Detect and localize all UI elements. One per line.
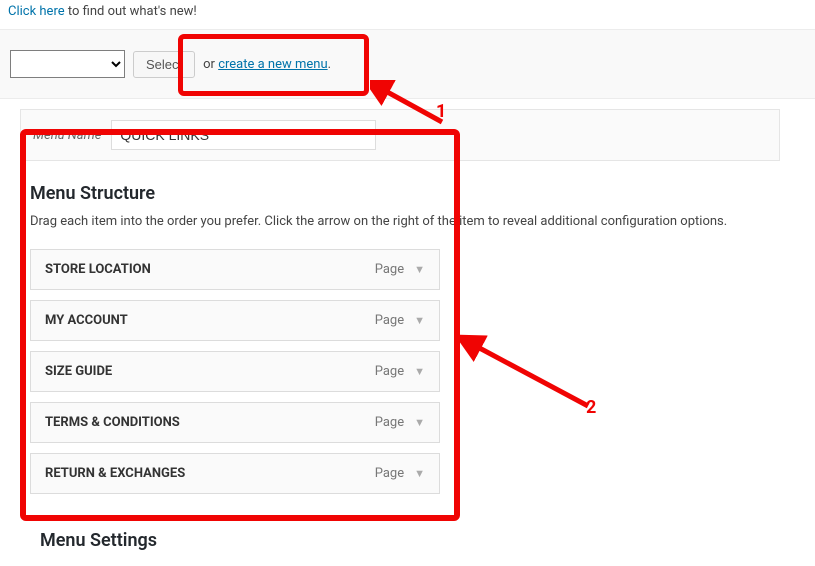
menu-item-title: SIZE GUIDE — [45, 364, 112, 379]
create-menu-link[interactable]: create a new menu — [218, 57, 327, 72]
menu-structure-heading: Menu Structure — [30, 183, 785, 204]
menu-structure-section: Menu Structure Drag each item into the o… — [20, 161, 795, 551]
menu-item-type: Page — [375, 364, 404, 379]
or-word: or — [203, 57, 218, 72]
menu-item-meta[interactable]: Page ▼ — [375, 364, 425, 379]
menu-name-input[interactable] — [111, 120, 376, 150]
menu-items-list: STORE LOCATION Page ▼ MY ACCOUNT Page ▼ … — [30, 249, 785, 494]
menu-item-title: STORE LOCATION — [45, 262, 151, 277]
menu-item[interactable]: RETURN & EXCHANGES Page ▼ — [30, 453, 440, 494]
or-text: or create a new menu. — [203, 57, 331, 72]
menu-item-meta[interactable]: Page ▼ — [375, 466, 425, 481]
menu-item[interactable]: SIZE GUIDE Page ▼ — [30, 351, 440, 392]
menu-item[interactable]: MY ACCOUNT Page ▼ — [30, 300, 440, 341]
menu-structure-description: Drag each item into the order you prefer… — [30, 214, 785, 229]
menu-name-row: Menu Name — [20, 109, 780, 161]
menu-action-bar: Select or create a new menu. — [0, 29, 815, 99]
menu-settings-heading: Menu Settings — [40, 530, 785, 551]
chevron-down-icon[interactable]: ▼ — [414, 467, 425, 480]
menu-edit-panel: Menu Name Menu Structure Drag each item … — [20, 109, 795, 551]
period: . — [328, 57, 331, 72]
menu-item-type: Page — [375, 415, 404, 430]
menu-item-type: Page — [375, 313, 404, 328]
menu-item-meta[interactable]: Page ▼ — [375, 313, 425, 328]
menu-item-title: MY ACCOUNT — [45, 313, 128, 328]
top-banner: Click here to find out what's new! — [0, 0, 815, 29]
menu-item-title: TERMS & CONDITIONS — [45, 415, 180, 430]
chevron-down-icon[interactable]: ▼ — [414, 314, 425, 327]
menu-item[interactable]: TERMS & CONDITIONS Page ▼ — [30, 402, 440, 443]
whats-new-link[interactable]: Click here — [8, 4, 65, 19]
menu-item-meta[interactable]: Page ▼ — [375, 262, 425, 277]
menu-item-title: RETURN & EXCHANGES — [45, 466, 185, 481]
menu-select-dropdown[interactable] — [10, 50, 125, 78]
menu-item-type: Page — [375, 466, 404, 481]
select-button[interactable]: Select — [133, 51, 195, 78]
chevron-down-icon[interactable]: ▼ — [414, 263, 425, 276]
chevron-down-icon[interactable]: ▼ — [414, 416, 425, 429]
menu-item-meta[interactable]: Page ▼ — [375, 415, 425, 430]
menu-item[interactable]: STORE LOCATION Page ▼ — [30, 249, 440, 290]
chevron-down-icon[interactable]: ▼ — [414, 365, 425, 378]
whats-new-rest: to find out what's new! — [65, 4, 197, 19]
menu-name-label: Menu Name — [33, 128, 101, 143]
menu-item-type: Page — [375, 262, 404, 277]
